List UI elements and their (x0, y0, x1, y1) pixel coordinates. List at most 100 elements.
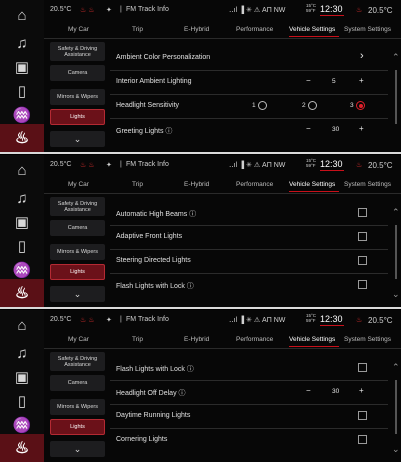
camera-icon[interactable]: ▣ (10, 366, 34, 388)
music-icon[interactable]: ♫ (10, 342, 34, 364)
stepper-minus-button[interactable]: − (306, 386, 311, 395)
camera-icon[interactable]: ▣ (10, 56, 34, 78)
tab-system-settings[interactable]: System Settings (344, 26, 391, 33)
settings-row[interactable]: Adaptive Front Lights (110, 225, 388, 250)
seat-heat-right-icon[interactable]: ♨ (356, 6, 362, 14)
seat-heat-icon[interactable]: ♨ ♨ (80, 161, 95, 169)
home-icon[interactable]: ⌂ (10, 314, 34, 336)
checkbox[interactable] (358, 411, 367, 420)
stepper-plus-button[interactable]: + (359, 76, 364, 85)
media-source[interactable]: FM (126, 161, 136, 168)
chevron-right-icon[interactable]: › (360, 50, 364, 62)
subnav-more[interactable]: ⌄ (50, 286, 105, 302)
track-info[interactable]: Track Info (138, 161, 169, 168)
stepper-minus-button[interactable]: − (306, 124, 311, 133)
radio-option[interactable] (356, 101, 365, 110)
tab-trip[interactable]: Trip (132, 26, 143, 33)
track-info[interactable]: Track Info (138, 316, 169, 323)
tab-system-settings[interactable]: System Settings (344, 336, 391, 343)
scrollbar-track[interactable] (395, 225, 397, 279)
tab-vehicle-settings[interactable]: Vehicle Settings (289, 26, 335, 33)
radio-option[interactable] (308, 101, 317, 110)
settings-row[interactable]: Greeting Lights ⓘ − 30 + (110, 118, 388, 142)
settings-row[interactable]: Flash Lights with Lock ⓘ (110, 356, 388, 381)
media-source[interactable]: FM (126, 6, 136, 13)
home-icon[interactable]: ⌂ (10, 4, 34, 26)
tab-my-car[interactable]: My Car (68, 336, 89, 343)
subnav-safety[interactable]: Safety & Driving Assistance (50, 197, 105, 216)
settings-row[interactable]: Flash Lights with Lock ⓘ (110, 273, 388, 297)
checkbox[interactable] (358, 232, 367, 241)
seat-heat-icon[interactable]: ♨ (10, 127, 34, 149)
settings-row[interactable]: Daytime Running Lights (110, 404, 388, 429)
subnav-lights[interactable]: Lights (50, 264, 105, 280)
tab-vehicle-settings[interactable]: Vehicle Settings (289, 336, 335, 343)
subnav-more[interactable]: ⌄ (50, 441, 105, 457)
tab-my-car[interactable]: My Car (68, 181, 89, 188)
tab-e-hybrid[interactable]: E-Hybrid (184, 336, 209, 343)
scrollbar-track[interactable] (395, 380, 397, 434)
media-source[interactable]: FM (126, 316, 136, 323)
home-icon[interactable]: ⌂ (10, 159, 34, 181)
camera-icon[interactable]: ▣ (10, 211, 34, 233)
climate-icon[interactable]: ♒ (10, 259, 34, 281)
subnav-camera[interactable]: Camera (50, 65, 105, 81)
settings-row[interactable]: Interior Ambient Lighting − 5 + (110, 70, 388, 95)
phone-icon[interactable]: ▯ (10, 235, 34, 257)
phone-icon[interactable]: ▯ (10, 390, 34, 412)
seat-heat-right-icon[interactable]: ♨ (356, 161, 362, 169)
settings-row[interactable]: Headlight Sensitivity 1 2 3 (110, 94, 388, 119)
settings-row[interactable]: Cornering Lights (110, 428, 388, 452)
subnav-lights[interactable]: Lights (50, 419, 105, 435)
settings-row[interactable]: Automatic High Beams ⓘ (110, 201, 388, 226)
seat-heat-icon[interactable]: ♨ ♨ (80, 6, 95, 14)
tab-vehicle-settings[interactable]: Vehicle Settings (289, 181, 335, 188)
temperature-right[interactable]: 20.5°C (368, 6, 393, 15)
music-icon[interactable]: ♫ (10, 32, 34, 54)
settings-row[interactable]: Steering Directed Lights (110, 249, 388, 274)
temperature-left[interactable]: 20.5°C (50, 316, 71, 323)
seat-heat-icon[interactable]: ♨ (10, 282, 34, 304)
stepper-minus-button[interactable]: − (306, 76, 311, 85)
temperature-right[interactable]: 20.5°C (368, 316, 393, 325)
checkbox[interactable] (358, 435, 367, 444)
tab-my-car[interactable]: My Car (68, 26, 89, 33)
climate-icon[interactable]: ♒ (10, 104, 34, 126)
subnav-safety[interactable]: Safety & Driving Assistance (50, 352, 105, 371)
checkbox[interactable] (358, 208, 367, 217)
subnav-mirrors[interactable]: Mirrors & Wipers (50, 244, 105, 260)
subnav-lights[interactable]: Lights (50, 109, 105, 125)
stepper-plus-button[interactable]: + (359, 124, 364, 133)
subnav-mirrors[interactable]: Mirrors & Wipers (50, 399, 105, 415)
phone-icon[interactable]: ▯ (10, 80, 34, 102)
subnav-more[interactable]: ⌄ (50, 131, 105, 147)
temperature-right[interactable]: 20.5°C (368, 161, 393, 170)
scroll-down-icon[interactable]: ⌄ (392, 444, 400, 455)
tab-performance[interactable]: Performance (236, 336, 273, 343)
tab-trip[interactable]: Trip (132, 181, 143, 188)
tab-performance[interactable]: Performance (236, 26, 273, 33)
checkbox[interactable] (358, 363, 367, 372)
tab-system-settings[interactable]: System Settings (344, 181, 391, 188)
seat-heat-icon[interactable]: ♨ (10, 437, 34, 459)
music-icon[interactable]: ♫ (10, 187, 34, 209)
tab-performance[interactable]: Performance (236, 181, 273, 188)
subnav-camera[interactable]: Camera (50, 220, 105, 236)
tab-e-hybrid[interactable]: E-Hybrid (184, 26, 209, 33)
seat-heat-icon[interactable]: ♨ ♨ (80, 316, 95, 324)
checkbox[interactable] (358, 256, 367, 265)
radio-option[interactable] (258, 101, 267, 110)
scrollbar-track[interactable] (395, 70, 397, 124)
scroll-up-icon[interactable]: ⌃ (392, 362, 400, 373)
track-info[interactable]: Track Info (138, 6, 169, 13)
stepper-plus-button[interactable]: + (359, 386, 364, 395)
temperature-left[interactable]: 20.5°C (50, 161, 71, 168)
temperature-left[interactable]: 20.5°C (50, 6, 71, 13)
subnav-safety[interactable]: Safety & Driving Assistance (50, 42, 105, 61)
scroll-up-icon[interactable]: ⌃ (392, 207, 400, 218)
tab-trip[interactable]: Trip (132, 336, 143, 343)
climate-icon[interactable]: ♒ (10, 414, 34, 436)
subnav-mirrors[interactable]: Mirrors & Wipers (50, 89, 105, 105)
seat-heat-right-icon[interactable]: ♨ (356, 316, 362, 324)
tab-e-hybrid[interactable]: E-Hybrid (184, 181, 209, 188)
